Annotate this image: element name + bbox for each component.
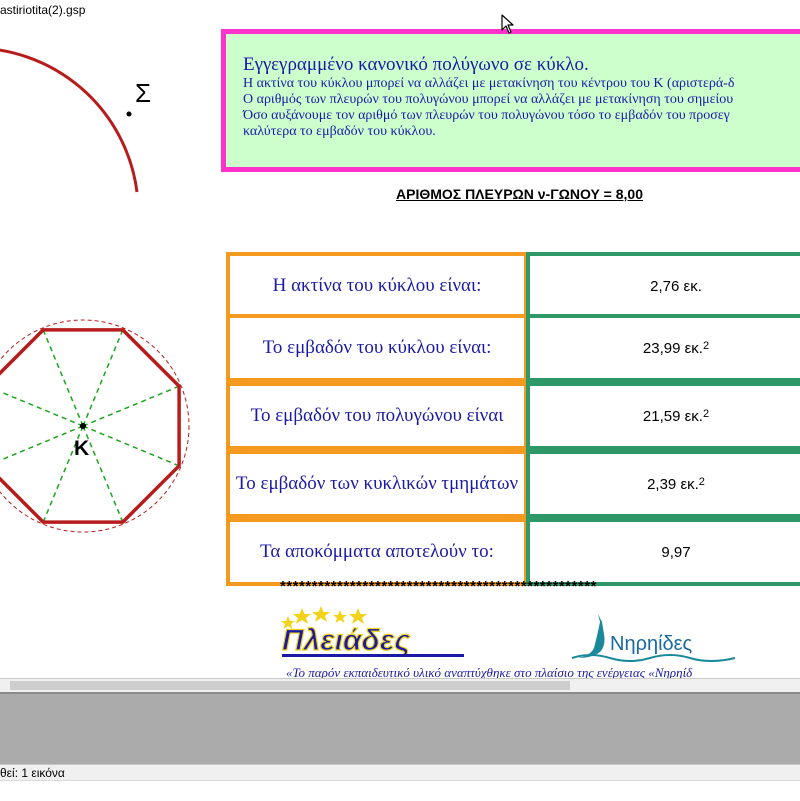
label-center-k: Κ — [74, 437, 89, 460]
star-icon — [312, 606, 330, 622]
horizontal-scrollbar[interactable] — [0, 678, 800, 693]
radius-control-arc — [0, 48, 139, 193]
label-sigma: Σ — [135, 78, 151, 108]
row-label: Το εμβαδόν του πολυγώνου είναι — [226, 382, 528, 450]
window-titlebar: astiriotita(2).gsp — [0, 0, 800, 23]
scrollbar-thumb[interactable] — [10, 681, 570, 690]
table-row: Τα αποκόμματα αποτελούν το: 9,97 — [226, 518, 800, 586]
table-row: Το εμβαδόν του κύκλου είναι: 23,99 εκ. 2 — [226, 314, 800, 382]
value-text: 23,99 εκ. — [642, 339, 703, 357]
value-text: 2,39 εκ. — [647, 475, 699, 493]
star-icon — [349, 608, 367, 624]
top-figure: Σ — [0, 48, 151, 193]
circumscribed-circle — [0, 319, 190, 533]
nireides-logo-text: Νηρηίδες — [610, 633, 693, 655]
bottom-edge — [0, 780, 800, 801]
row-label: Η ακτίνα του κύκλου είναι: — [226, 252, 528, 320]
value-text: 9,97 — [661, 543, 691, 561]
star-icon — [293, 608, 311, 624]
row-label: Το εμβαδόν των κυκλικών τμημάτων — [226, 450, 528, 518]
pleiades-logo: Πλειάδες — [281, 606, 464, 658]
value-exponent: 2 — [698, 476, 705, 488]
row-value: 21,59 εκ. 2 — [526, 382, 800, 450]
point-center-k[interactable] — [80, 423, 86, 429]
mouse-cursor-icon — [501, 14, 514, 34]
footer-credits: «Το παρόν εκπαιδευτικό υλικό αναπτύχθηκε… — [286, 665, 693, 678]
polygon-figure: Κ — [0, 319, 190, 533]
window-title: astiriotita(2).gsp — [0, 3, 86, 17]
row-value: 23,99 εκ. 2 — [526, 314, 800, 382]
table-row: Το εμβαδόν του πολυγώνου είναι 21,59 εκ.… — [226, 382, 800, 450]
point-sigma[interactable] — [126, 111, 132, 117]
status-bar: θεί: 1 εικόνα — [0, 764, 800, 781]
info-box: Εγγεγραμμένο κανονικό πολύγωνο σε κύκλο.… — [221, 29, 800, 172]
row-label: Τα αποκόμματα αποτελούν το: — [226, 518, 528, 586]
info-line: καλύτερα το εμβαδόν του κύκλου. — [243, 124, 436, 139]
row-value: 2,76 εκ. — [526, 252, 800, 320]
info-line: Όσο αυξάνουμε τον αριθμό των πλευρών του… — [243, 108, 730, 123]
sketch-canvas[interactable]: Σ Κ Εγγεγραμμένο κανονικό πολύγωνο σε κύ… — [0, 22, 800, 678]
row-label: Το εμβαδόν του κύκλου είναι: — [226, 314, 528, 382]
logo-underline — [282, 654, 464, 657]
polygon-spoke — [0, 425, 84, 462]
info-line: Η ακτίνα του κύκλου μπορεί να αλλάζει με… — [243, 76, 735, 91]
polygon-spoke — [0, 390, 84, 427]
table-row: Το εμβαδόν των κυκλικών τμημάτων 2,39 εκ… — [226, 450, 800, 518]
polygon-sides-title: ΑΡΙΘΜΟΣ ΠΛΕΥΡΩΝ ν-ΓΩΝΟΥ = 8,00 — [396, 186, 643, 202]
info-heading: Εγγεγραμμένο κανονικό πολύγωνο σε κύκλο. — [243, 54, 589, 75]
value-exponent: 2 — [702, 408, 710, 420]
value-text: 21,59 εκ. — [642, 407, 703, 425]
star-icon — [333, 610, 347, 623]
inscribed-polygon — [0, 328, 181, 524]
stars-separator: ****************************************… — [280, 578, 597, 595]
value-exponent: 2 — [702, 340, 710, 352]
row-value: 9,97 — [526, 518, 800, 586]
info-line: Ο αριθμός των πλευρών του πολυγώνου μπορ… — [243, 92, 734, 107]
mermaid-figure-icon — [578, 614, 605, 658]
row-value: 2,39 εκ. 2 — [526, 450, 800, 518]
table-row: Η ακτίνα του κύκλου είναι: 2,76 εκ. — [226, 252, 800, 320]
wave-icon — [571, 654, 736, 662]
nireides-logo: Νηρηίδες — [571, 614, 736, 662]
value-text: 2,76 εκ. — [650, 277, 702, 295]
status-text: θεί: 1 εικόνα — [0, 766, 65, 780]
pane-divider-area — [0, 692, 800, 764]
pleiades-logo-text: Πλειάδες — [282, 624, 410, 657]
